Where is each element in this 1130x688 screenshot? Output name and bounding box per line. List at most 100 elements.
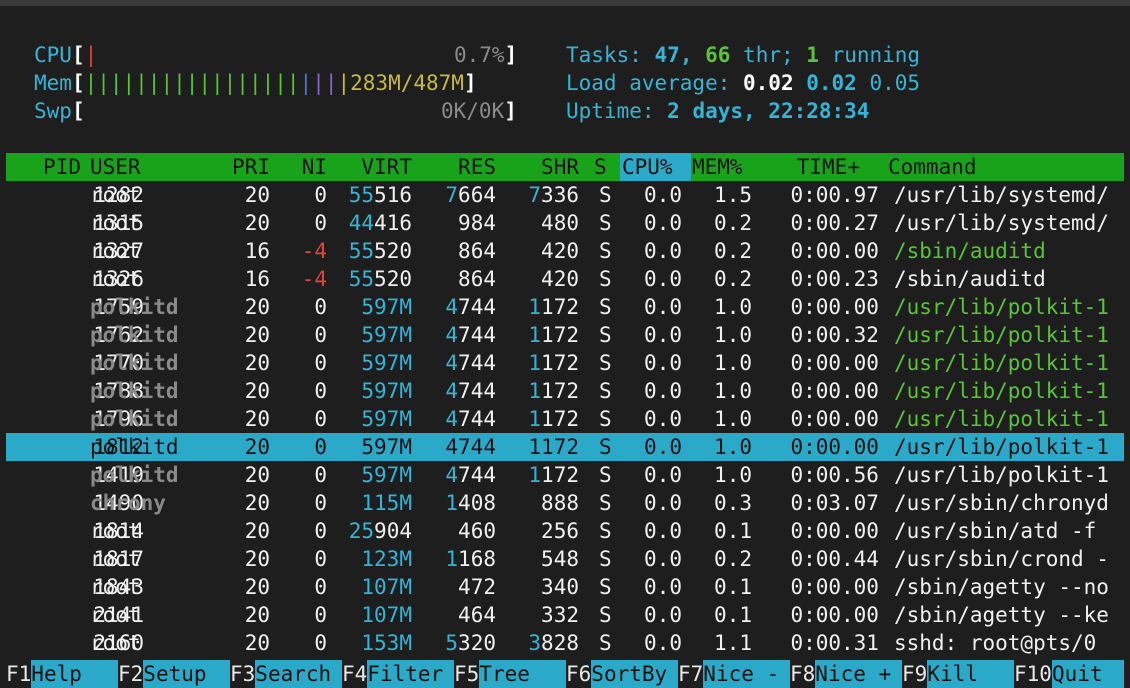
user-cell: root bbox=[90, 239, 141, 263]
command-cell: /usr/lib/polkit-1 bbox=[894, 407, 1109, 431]
column-header-command[interactable]: Command bbox=[888, 153, 977, 181]
mem-bar-buffers: | bbox=[299, 71, 313, 95]
time-cell: 0:00.00 bbox=[790, 407, 879, 431]
state-cell: S bbox=[599, 183, 612, 207]
virt-cell-low: 520 bbox=[374, 267, 412, 291]
time-cell: 0:00.32 bbox=[790, 323, 879, 347]
fkey-label: Nice - bbox=[703, 660, 790, 688]
table-row[interactable]: 1814 root 20 0 904 25 460 256 S 0.0 0.1 0:00.00/usr… bbox=[6, 517, 1124, 545]
table-row[interactable]: 1770 polkitd 20 0 597M 744 4 172 1 S 0.0 1.0 0:00.00… bbox=[6, 349, 1124, 377]
nice-cell: 0 bbox=[314, 379, 327, 403]
nice-cell: 0 bbox=[314, 547, 327, 571]
shr-cell-low: 172 bbox=[541, 351, 579, 375]
fkey-filter[interactable]: F4 Filter bbox=[342, 660, 454, 688]
column-header-s[interactable]: S bbox=[594, 153, 607, 181]
time-cell: 0:00.97 bbox=[790, 183, 879, 207]
mem-bar-used: ||||||||||||||||| bbox=[84, 71, 300, 95]
mem-percent-cell: 1.0 bbox=[714, 435, 752, 459]
state-cell: S bbox=[599, 435, 612, 459]
fkey-help[interactable]: F1 Help bbox=[6, 660, 118, 688]
cpu-bar: | bbox=[84, 43, 98, 67]
virt-cell-low: 904 bbox=[374, 519, 412, 543]
table-row[interactable]: 1843 root 20 0 107M 472 340 S 0.0 0.1 0:00.00/sbin… bbox=[6, 573, 1124, 601]
fkey-tree[interactable]: F5 Tree bbox=[454, 660, 566, 688]
mem-percent-cell: 0.1 bbox=[714, 519, 752, 543]
res-cell-low: 472 bbox=[458, 575, 496, 599]
column-header-mem[interactable]: MEM% bbox=[692, 153, 743, 181]
nice-cell: 0 bbox=[314, 407, 327, 431]
state-cell: S bbox=[599, 211, 612, 235]
column-header-pri[interactable]: PRI bbox=[232, 153, 270, 181]
nice-cell: 0 bbox=[314, 435, 327, 459]
nice-cell: 0 bbox=[314, 519, 327, 543]
res-cell-low: 320 bbox=[458, 631, 496, 655]
state-cell: S bbox=[599, 575, 612, 599]
table-row[interactable]: 1796 polkitd 20 0 597M 744 4 172 1 S 0.0 1.0 0:00.00… bbox=[6, 405, 1124, 433]
table-row[interactable]: 1788 polkitd 20 0 597M 744 4 172 1 S 0.0 1.0 0:00.00… bbox=[6, 377, 1124, 405]
fkey-quit[interactable]: F10 Quit bbox=[1014, 660, 1124, 688]
table-row[interactable]: 1817 root 20 0 123M 168 1 548 S 0.0 0.2 0:00.44/usr… bbox=[6, 545, 1124, 573]
fkey-nice[interactable]: F8 Nice + bbox=[790, 660, 902, 688]
process-table-header[interactable]: PID USER PRI NI VIRT RES SHR S CPU% MEM% TIME+ Comm… bbox=[6, 153, 1124, 181]
res-cell-low: 460 bbox=[458, 519, 496, 543]
fkey-kill[interactable]: F9 Kill bbox=[902, 660, 1014, 688]
res-cell-high: 4 bbox=[445, 379, 459, 403]
table-row[interactable]: 2141 root 20 0 107M 464 332 S 0.0 0.1 0:00.00/sbin… bbox=[6, 601, 1124, 629]
mem-bar-shared: || bbox=[312, 71, 338, 95]
shr-cell-low: 480 bbox=[541, 211, 579, 235]
mem-value: 283M/487M bbox=[350, 71, 464, 95]
fkey-label: Help bbox=[31, 660, 118, 688]
cpu-percent-cell: 0.0 bbox=[644, 267, 682, 291]
fkey-number: F9 bbox=[902, 662, 928, 686]
user-cell: chrony bbox=[90, 491, 166, 515]
table-row[interactable]: 1419 polkitd 20 0 597M 744 4 172 1 S 0.0 1.0 0:00.56… bbox=[6, 461, 1124, 489]
table-row[interactable]: 2160 root 20 0 153M 320 5 828 3 S 0.0 1.1 0:00.31 ssh… bbox=[6, 629, 1124, 657]
shr-cell-high: 1 bbox=[528, 379, 542, 403]
column-header-pid[interactable]: PID bbox=[43, 153, 81, 181]
cpu-meter: CPU[| bbox=[34, 43, 98, 67]
column-header-time[interactable]: TIME+ bbox=[797, 153, 860, 181]
priority-cell: 16 bbox=[244, 239, 270, 263]
priority-cell: 20 bbox=[244, 547, 270, 571]
table-row[interactable]: 1762 polkitd 20 0 597M 744 4 172 1 S 0.0 1.0 0:00.32… bbox=[6, 321, 1124, 349]
nice-cell: 0 bbox=[314, 575, 327, 599]
res-cell-high: 7 bbox=[445, 183, 459, 207]
state-cell: S bbox=[599, 379, 612, 403]
window-titlebar bbox=[0, 0, 1130, 6]
fkey-nice[interactable]: F7 Nice - bbox=[678, 660, 790, 688]
table-row[interactable]: 1282 root 20 0 516 55 664 7 336 7 S 0.0 1.5 0:00.97/u… bbox=[6, 181, 1124, 209]
user-cell: root bbox=[90, 211, 141, 235]
column-header-virt[interactable]: VIRT bbox=[361, 153, 412, 181]
column-header-res[interactable]: RES bbox=[458, 153, 496, 181]
fkey-setup[interactable]: F2 Setup bbox=[118, 660, 230, 688]
shr-cell-low: 340 bbox=[541, 575, 579, 599]
column-header-shr[interactable]: SHR bbox=[541, 153, 579, 181]
column-header-user[interactable]: USER bbox=[90, 153, 141, 181]
fkey-search[interactable]: F3 Search bbox=[230, 660, 342, 688]
table-row[interactable]: 1812 polkitd 20 0 597M 4744 1172 S 0.0 1.0 0:00.00… bbox=[6, 433, 1124, 461]
column-header-cpu[interactable]: CPU% bbox=[620, 153, 691, 181]
column-header-ni[interactable]: NI bbox=[302, 153, 327, 181]
table-row[interactable]: 1326 root 16 -4 520 55 864 420 S 0.0 0.2 0:00.23/sb… bbox=[6, 265, 1124, 293]
res-cell-low: 464 bbox=[458, 603, 496, 627]
shr-cell-low: 256 bbox=[541, 519, 579, 543]
table-row[interactable]: 1327 root 16 -4 520 55 864 420 S 0.0 0.2 0:00.00/sb… bbox=[6, 237, 1124, 265]
table-row[interactable]: 1759 polkitd 20 0 597M 744 4 172 1 S 0.0 1.0 0:00.00… bbox=[6, 293, 1124, 321]
table-row[interactable]: 1315 root 20 0 416 44 984 480 S 0.0 0.2 0:00.27/usr… bbox=[6, 209, 1124, 237]
user-cell: polkitd bbox=[90, 407, 179, 431]
time-cell: 0:00.27 bbox=[790, 211, 879, 235]
command-cell: /usr/lib/polkit-1 bbox=[894, 435, 1109, 459]
table-row[interactable]: 1490 chrony 20 0 115M 408 1 888 S 0.0 0.3 0:03.07/u… bbox=[6, 489, 1124, 517]
priority-cell: 20 bbox=[244, 323, 270, 347]
command-cell: /usr/lib/polkit-1 bbox=[894, 379, 1109, 403]
nice-cell: -4 bbox=[301, 239, 327, 263]
res-cell-low: 664 bbox=[458, 183, 496, 207]
swp-value: 0K/0K] bbox=[441, 99, 517, 123]
shr-cell-low: 1172 bbox=[528, 435, 579, 459]
state-cell: S bbox=[599, 519, 612, 543]
command-cell: /usr/lib/systemd/ bbox=[894, 183, 1109, 207]
fkey-sortby[interactable]: F6 SortBy bbox=[566, 660, 678, 688]
mem-percent-cell: 1.0 bbox=[714, 323, 752, 347]
state-cell: S bbox=[599, 323, 612, 347]
virt-cell-low: 416 bbox=[374, 211, 412, 235]
